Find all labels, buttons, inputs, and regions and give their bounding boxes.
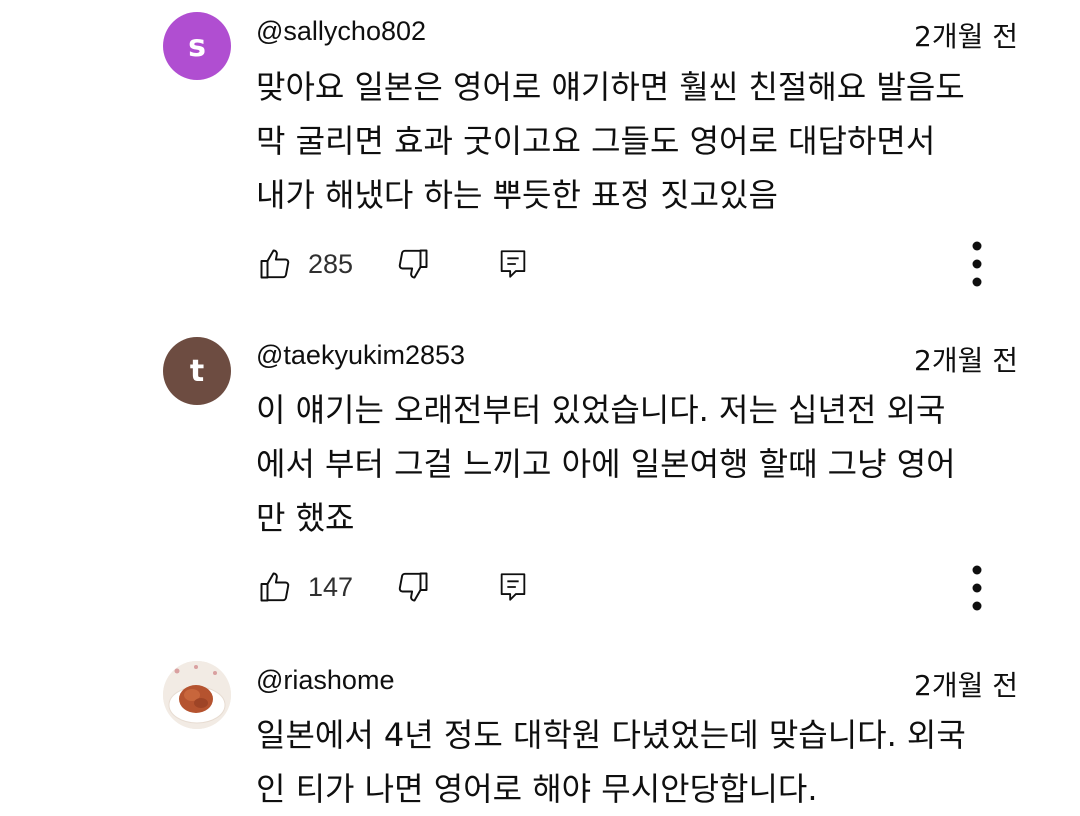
- thumbs-up-icon[interactable]: [256, 245, 294, 283]
- comment-author[interactable]: @taekyukim2853: [256, 340, 465, 371]
- thumbs-down-icon[interactable]: [394, 568, 432, 606]
- avatar[interactable]: t: [163, 337, 231, 405]
- avatar[interactable]: [163, 661, 231, 729]
- thumbs-down-icon[interactable]: [394, 245, 432, 283]
- reply-comment-icon[interactable]: [494, 245, 532, 283]
- comment-actions: 285: [256, 244, 532, 284]
- like-count: 147: [308, 571, 354, 602]
- comment-author[interactable]: @riashome: [256, 665, 394, 696]
- comment-text: 맞아요 일본은 영어로 얘기하면 훨씬 친절해요 발음도 막 굴리면 효과 굿이…: [256, 68, 965, 214]
- comment-actions: 147: [256, 567, 532, 607]
- more-vertical-icon[interactable]: [962, 240, 992, 288]
- like-count: 285: [308, 248, 354, 279]
- food-photo-icon: [163, 661, 231, 729]
- comment-text: 이 얘기는 오래전부터 있었습니다. 저는 십년전 외국 에서 부터 그걸 느끼…: [256, 391, 956, 537]
- avatar[interactable]: s: [163, 12, 231, 80]
- comment-author[interactable]: @sallycho802: [256, 16, 426, 47]
- thumbs-up-icon[interactable]: [256, 568, 294, 606]
- comment-time: 2개월 전: [914, 20, 1018, 53]
- more-vertical-icon[interactable]: [962, 564, 992, 612]
- avatar-letter: t: [189, 353, 205, 389]
- comment-text: 일본에서 4년 정도 대학원 다녔었는데 맞습니다. 외국 인 티가 나면 영어…: [256, 716, 966, 808]
- comment-time: 2개월 전: [914, 344, 1018, 377]
- avatar-letter: s: [188, 28, 206, 64]
- reply-comment-icon[interactable]: [494, 568, 532, 606]
- comment-time: 2개월 전: [914, 669, 1018, 702]
